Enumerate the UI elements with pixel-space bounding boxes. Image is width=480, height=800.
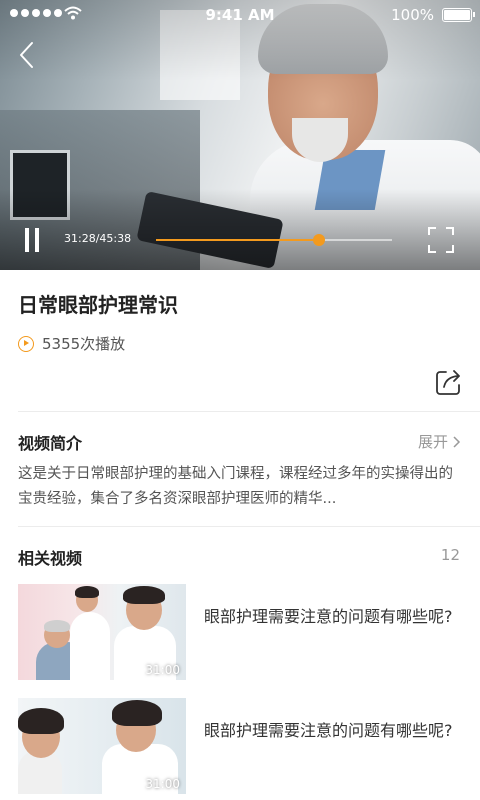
video-duration: 31:00 [145, 777, 180, 791]
video-title: 日常眼部护理常识 [18, 293, 178, 317]
fullscreen-icon [428, 227, 454, 253]
divider [18, 411, 480, 412]
share-button[interactable] [434, 367, 464, 397]
related-video-item[interactable]: 31:00 眼部护理需要注意的问题有哪些呢? [18, 698, 468, 794]
pause-button[interactable] [22, 228, 42, 252]
related-video-item[interactable]: 31:00 眼部护理需要注意的问题有哪些呢? [18, 584, 468, 680]
progress-handle[interactable] [312, 234, 325, 246]
divider [18, 526, 480, 527]
video-duration: 31:00 [145, 663, 180, 677]
share-icon [436, 370, 460, 395]
battery-percentage: 100% [391, 6, 434, 24]
video-thumbnail: 31:00 [18, 584, 186, 680]
video-player[interactable]: 9:41 AM 100% 31:28/45:38 [0, 0, 480, 270]
expand-button[interactable]: 展开 [418, 431, 462, 452]
related-video-title: 眼部护理需要注意的问题有哪些呢? [204, 721, 453, 740]
chevron-right-icon [453, 435, 461, 448]
intro-heading: 视频简介 [18, 434, 83, 453]
player-controls: 31:28/45:38 [0, 220, 480, 260]
related-count: 12 [440, 546, 460, 564]
play-count: 5355次播放 [18, 333, 125, 354]
status-bar: 9:41 AM 100% [0, 0, 480, 30]
expand-label: 展开 [417, 433, 448, 451]
intro-text: 这是关于日常眼部护理的基础入门课程，课程经过多年的实操得出的宝贵经验，集合了多名… [18, 466, 453, 507]
related-video-title: 眼部护理需要注意的问题有哪些呢? [204, 607, 453, 626]
battery-icon [442, 8, 475, 22]
play-circle-icon [18, 335, 34, 352]
back-button[interactable] [14, 40, 40, 70]
related-heading: 相关视频 [18, 549, 83, 568]
video-thumbnail: 31:00 [18, 698, 186, 794]
progress-bar[interactable] [156, 234, 392, 246]
playback-time: 31:28/45:38 [64, 232, 132, 245]
fullscreen-button[interactable] [428, 227, 454, 253]
play-count-label: 5355次播放 [42, 335, 126, 353]
pause-icon [25, 228, 29, 252]
divider [18, 689, 480, 690]
progress-fill [156, 239, 319, 241]
